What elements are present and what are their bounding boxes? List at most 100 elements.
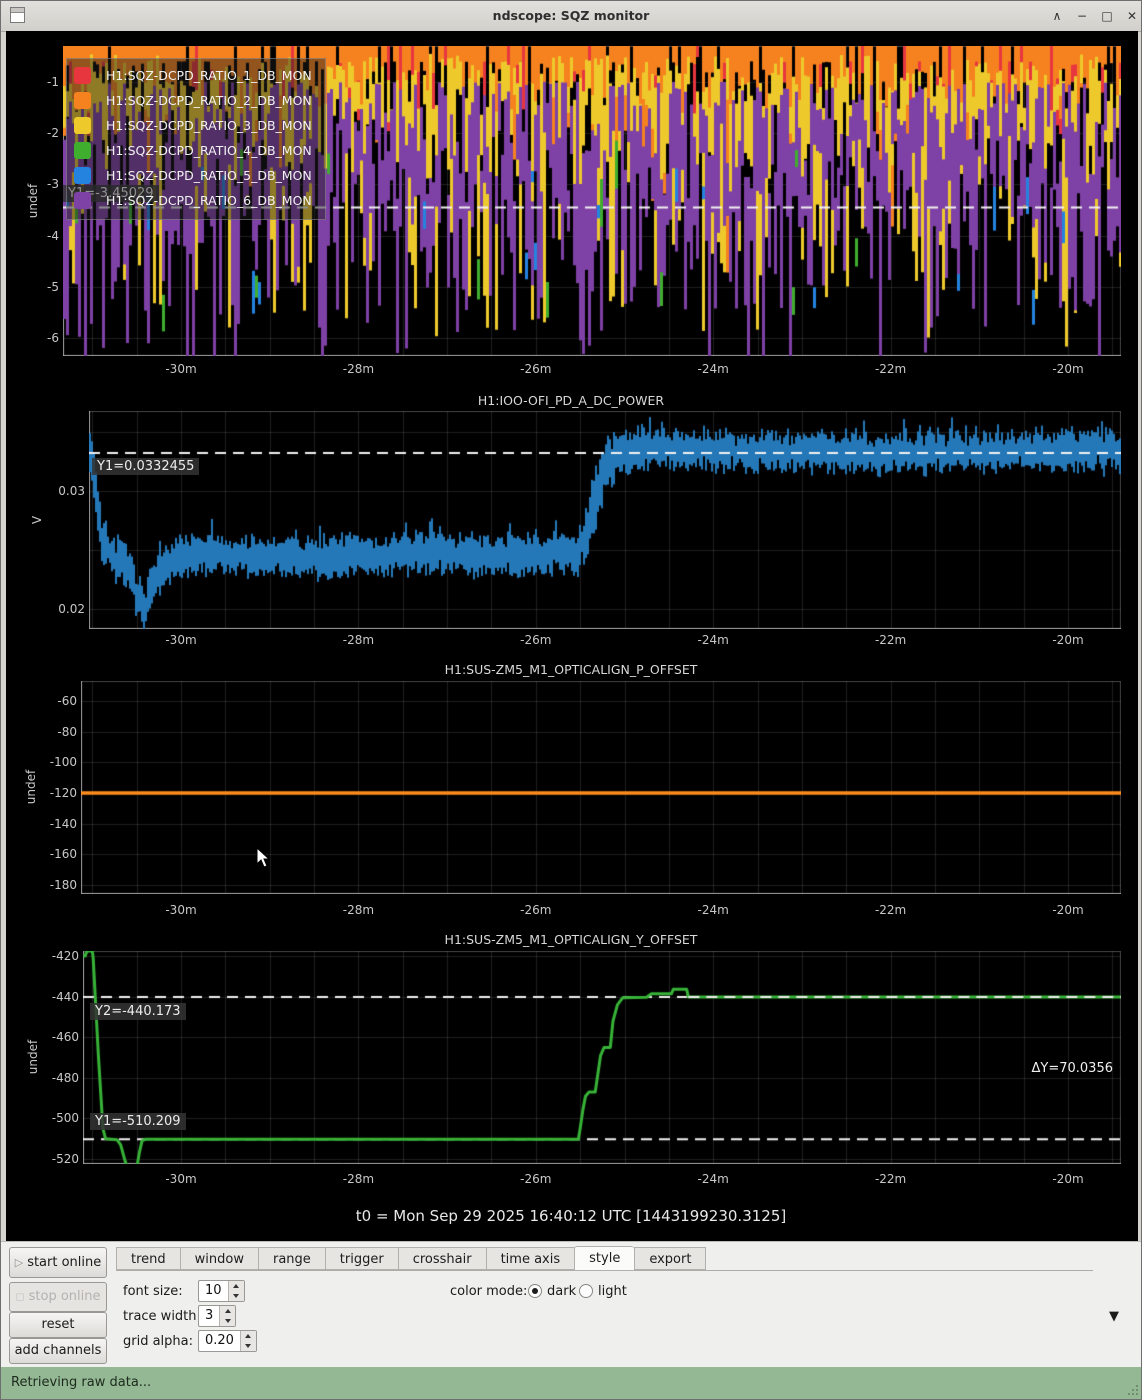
add-channels-button[interactable]: add channels [9, 1338, 107, 1364]
plot2-canvas-pd-power[interactable] [89, 411, 1121, 629]
y-tick-label: -500 [52, 1110, 79, 1126]
y-tick-label: -60 [57, 693, 77, 709]
x-tick-label: -30m [165, 361, 196, 377]
x-tick-label: -20m [1052, 1171, 1083, 1187]
minimize-button[interactable]: − [1072, 7, 1092, 25]
y-tick-label: -160 [50, 846, 77, 862]
legend-swatch-icon [74, 167, 91, 184]
mouse-cursor [255, 847, 271, 869]
plot1-yaxis-label: undef [26, 184, 40, 218]
x-tick-label: -22m [875, 361, 906, 377]
y-tick-label: -100 [50, 754, 77, 770]
x-tick-label: -20m [1052, 902, 1083, 918]
x-tick-label: -26m [520, 632, 551, 648]
y-tick-label: -440 [52, 989, 79, 1005]
x-tick-label: -28m [343, 1171, 374, 1187]
tab-trigger[interactable]: trigger [325, 1247, 398, 1270]
legend-swatch-icon [74, 92, 91, 109]
reset-button[interactable]: reset [9, 1312, 107, 1338]
start-online-button[interactable]: ▷start online [9, 1247, 107, 1278]
y-tick-label: -140 [50, 816, 77, 832]
status-message: Retrieving raw data... [11, 1375, 151, 1390]
spinner-arrows-icon[interactable] [219, 1306, 235, 1326]
status-bar: Retrieving raw data... [1, 1367, 1142, 1400]
chevron-down-icon[interactable]: ▼ [1109, 1309, 1119, 1324]
y-tick-label: -420 [52, 948, 79, 964]
y-tick-label: -120 [50, 785, 77, 801]
plot4-cursor-y1-label: Y1=-510.209 [90, 1113, 186, 1130]
x-tick-label: -26m [520, 361, 551, 377]
color-mode-label: color mode: [450, 1284, 527, 1299]
x-tick-label: -20m [1052, 632, 1083, 648]
plot3-yaxis-label: undef [24, 770, 38, 804]
t0-timestamp: t0 = Mon Sep 29 2025 16:40:12 UTC [14431… [1, 1207, 1141, 1225]
legend-channel-label: H1:SQZ-DCPD_RATIO_6_DB_MON [106, 193, 312, 208]
x-tick-label: -30m [165, 632, 196, 648]
grid-alpha-label: grid alpha: [123, 1334, 193, 1349]
app-window: ndscope: SQZ monitor ∧ − □ ✕ undef Y1=-3… [0, 0, 1142, 1400]
shade-button[interactable]: ∧ [1047, 7, 1067, 25]
settings-tabbar: trendwindowrangetriggercrosshairtime axi… [116, 1247, 706, 1271]
x-tick-label: -20m [1052, 361, 1083, 377]
tab-style[interactable]: style [574, 1246, 634, 1271]
grid-alpha-value: 0.20 [199, 1331, 240, 1351]
plot4-title: H1:SUS-ZM5_M1_OPTICALIGN_Y_OFFSET [1, 932, 1141, 947]
y-tick-label: 0.03 [58, 483, 85, 499]
x-tick-label: -24m [698, 1171, 729, 1187]
y-tick-label: -520 [52, 1151, 79, 1167]
grid-alpha-spinner[interactable]: 0.20 [198, 1330, 257, 1352]
trace-width-spinner[interactable]: 3 [198, 1305, 236, 1327]
tab-time-axis[interactable]: time axis [486, 1247, 575, 1270]
plot4-canvas-opticalign-y[interactable] [83, 951, 1121, 1164]
legend-swatch-icon [74, 117, 91, 134]
x-tick-label: -22m [875, 902, 906, 918]
legend-swatch-icon [74, 192, 91, 209]
x-tick-label: -24m [698, 361, 729, 377]
x-tick-label: -26m [520, 1171, 551, 1187]
y-tick-label: -3 [47, 176, 59, 192]
window-title: ndscope: SQZ monitor [1, 8, 1141, 23]
tab-range[interactable]: range [258, 1247, 325, 1270]
x-tick-label: -24m [698, 632, 729, 648]
maximize-button[interactable]: □ [1097, 7, 1117, 25]
spinner-arrows-icon[interactable] [240, 1331, 256, 1351]
legend-channel-label: H1:SQZ-DCPD_RATIO_1_DB_MON [106, 68, 312, 83]
color-mode-light-label: light [598, 1284, 627, 1299]
plot1-legend: H1:SQZ-DCPD_RATIO_1_DB_MON H1:SQZ-DCPD_RA… [66, 58, 326, 220]
x-tick-label: -22m [875, 632, 906, 648]
y-tick-label: -1 [47, 74, 59, 90]
tab-crosshair[interactable]: crosshair [398, 1247, 486, 1270]
font-size-value: 10 [199, 1281, 228, 1301]
resize-grip[interactable] [1136, 1393, 1138, 1395]
plot3-canvas-opticalign-p[interactable] [81, 681, 1121, 894]
x-tick-label: -28m [343, 902, 374, 918]
stop-online-button[interactable]: ◻stop online [9, 1282, 107, 1312]
legend-swatch-icon [74, 67, 91, 84]
tab-trend[interactable]: trend [116, 1247, 180, 1270]
plot4-cursor-y2-label: Y2=-440.173 [90, 1003, 186, 1020]
color-mode-light-radio[interactable] [579, 1284, 593, 1298]
x-tick-label: -22m [875, 1171, 906, 1187]
legend-channel-label: H1:SQZ-DCPD_RATIO_3_DB_MON [106, 118, 312, 133]
stop-icon: ◻ [15, 1290, 24, 1303]
x-tick-label: -28m [343, 632, 374, 648]
y-tick-label: -2 [47, 125, 59, 141]
font-size-label: font size: [123, 1284, 183, 1299]
tab-window[interactable]: window [180, 1247, 258, 1270]
x-tick-label: -26m [520, 902, 551, 918]
y-tick-label: -5 [47, 279, 59, 295]
close-button[interactable]: ✕ [1122, 7, 1142, 25]
tab-export[interactable]: export [634, 1247, 706, 1270]
spinner-arrows-icon[interactable] [228, 1281, 244, 1301]
x-tick-label: -24m [698, 902, 729, 918]
plot4-delta-y-label: ΔY=70.0356 [1032, 1061, 1114, 1076]
plot4-yaxis-label: undef [26, 1040, 40, 1074]
trace-width-value: 3 [199, 1306, 219, 1326]
color-mode-dark-radio[interactable] [528, 1284, 542, 1298]
y-tick-label: -4 [47, 228, 59, 244]
font-size-spinner[interactable]: 10 [198, 1280, 245, 1302]
title-bar: ndscope: SQZ monitor ∧ − □ ✕ [1, 1, 1141, 32]
legend-channel-label: H1:SQZ-DCPD_RATIO_4_DB_MON [106, 143, 312, 158]
play-icon: ▷ [15, 1256, 23, 1269]
y-tick-label: -80 [57, 724, 77, 740]
